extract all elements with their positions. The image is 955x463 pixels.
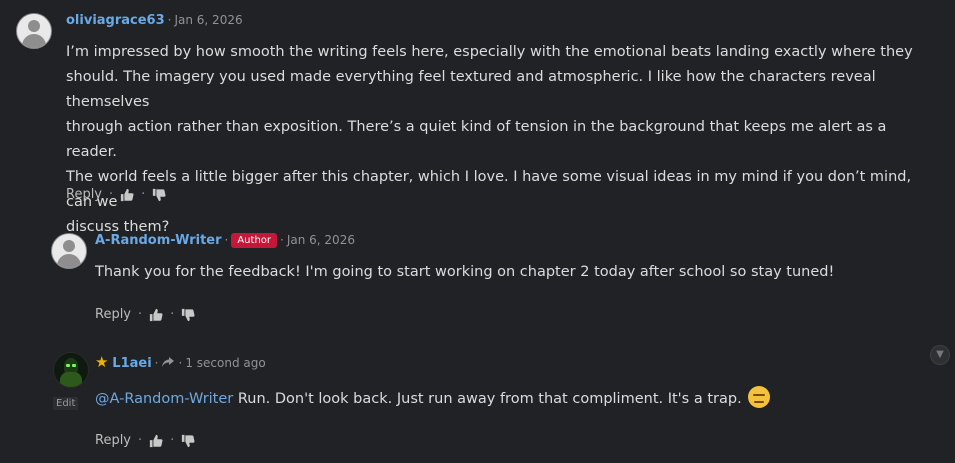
star-icon: ★ — [95, 353, 109, 371]
thumbs-up-icon[interactable] — [149, 308, 163, 322]
comment-text: Thank you for the feedback! I'm going to… — [95, 264, 835, 280]
reply-button[interactable]: Reply — [95, 433, 131, 448]
username[interactable]: oliviagrace63 — [66, 13, 165, 28]
comment-meta: A-Random-Writer · Author · Jan 6, 2026 — [95, 233, 355, 248]
avatar[interactable] — [16, 13, 52, 49]
author-badge: Author — [231, 233, 278, 248]
comment-actions: Reply · · — [95, 307, 195, 322]
edit-avatar-button[interactable]: Edit — [53, 397, 79, 410]
thumbs-down-icon[interactable] — [181, 434, 195, 448]
comment-meta: oliviagrace63 · Jan 6, 2026 — [66, 13, 243, 28]
avatar[interactable] — [53, 352, 89, 388]
comment-meta: ★ L1aei · · 1 second ago — [95, 353, 266, 371]
comment-text: @A-Random-Writer Run. Don't look back. J… — [95, 386, 935, 412]
reply-button[interactable]: Reply — [95, 307, 131, 322]
thumbs-up-icon[interactable] — [120, 188, 134, 202]
expressionless-emoji-icon — [747, 386, 770, 408]
comment-date: Jan 6, 2026 — [286, 233, 355, 247]
mention-link[interactable]: @A-Random-Writer — [95, 391, 233, 407]
thumbs-down-icon[interactable] — [181, 308, 195, 322]
username[interactable]: A-Random-Writer — [95, 233, 222, 248]
username[interactable]: L1aei — [112, 356, 151, 371]
comment-actions: Reply · · — [95, 433, 195, 448]
chevron-down-icon[interactable]: ▼ — [930, 345, 950, 365]
comment-text: I’m impressed by how smooth the writing … — [66, 44, 913, 235]
share-arrow-icon[interactable] — [161, 356, 175, 368]
thumbs-up-icon[interactable] — [149, 434, 163, 448]
thumbs-down-icon[interactable] — [152, 188, 166, 202]
comment-date: 1 second ago — [185, 356, 266, 370]
comment-actions: Reply · · — [66, 187, 166, 202]
comment-date: Jan 6, 2026 — [174, 13, 243, 27]
reply-button[interactable]: Reply — [66, 187, 102, 202]
avatar[interactable] — [51, 233, 87, 269]
